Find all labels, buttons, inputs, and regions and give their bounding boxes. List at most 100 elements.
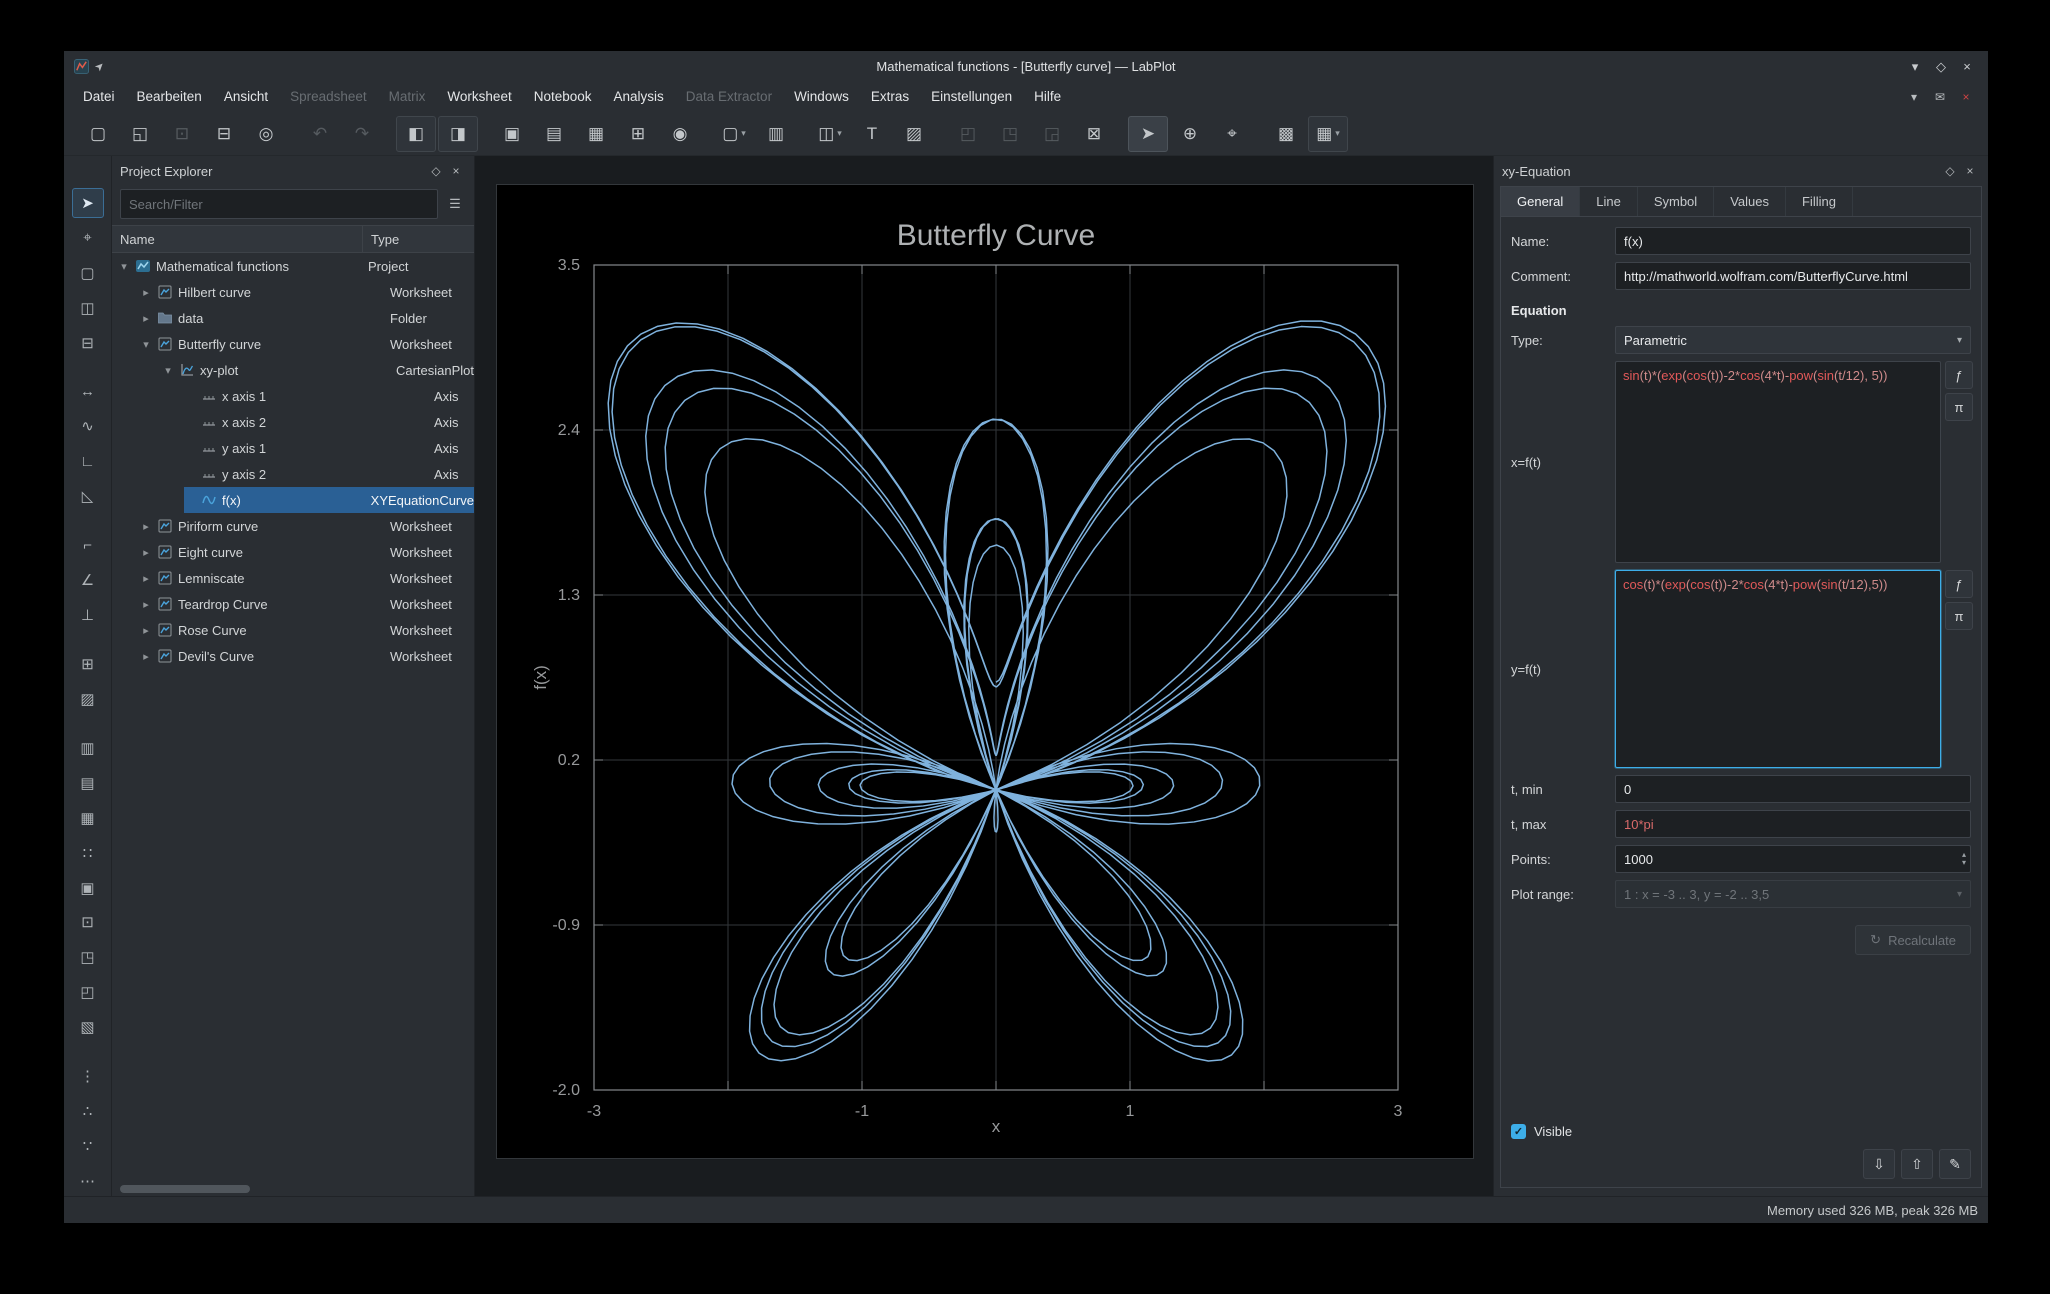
menu-bearbeiten[interactable]: Bearbeiten	[126, 82, 213, 112]
more-tools-2-button[interactable]: ∴	[72, 1096, 104, 1126]
tab-symbol[interactable]: Symbol	[1638, 187, 1715, 216]
name-field[interactable]	[1615, 227, 1971, 255]
y-equation-field[interactable]: cos(t)*(exp(cos(t))-2*cos(4*t)-pow(sin(t…	[1615, 570, 1941, 768]
frame-tool-button[interactable]: ◰	[72, 977, 104, 1007]
add-image-button[interactable]: ▨	[894, 116, 934, 152]
insert-constant-button[interactable]: π	[1945, 393, 1973, 421]
layout-v-tool-button[interactable]: ▥	[72, 733, 104, 763]
type-combobox[interactable]: Parametric ▾	[1615, 326, 1971, 354]
tab-filling[interactable]: Filling	[1786, 187, 1853, 216]
add-grid-tool-button[interactable]: ⊞	[72, 649, 104, 679]
pin-icon[interactable]: ➤	[92, 59, 107, 74]
color-theme-button[interactable]: ◉	[660, 116, 700, 152]
more-tools-4-button[interactable]: ⋯	[72, 1166, 104, 1196]
worksheet-page[interactable]: 3.5 2.4 1.3 0.2 -0.9 -2.0 -3 -1 1 3 Butterfly Curv…	[496, 184, 1474, 1159]
tmax-field[interactable]	[1615, 810, 1971, 838]
tree-row-mathematical-functions[interactable]: ▾ Mathematical functions Project	[112, 253, 474, 279]
crosshair-tool-button[interactable]: ⌖	[72, 223, 104, 253]
layout-h-tool-button[interactable]: ▤	[72, 768, 104, 798]
add-text-label-button[interactable]: T	[852, 116, 892, 152]
insert-constant-button[interactable]: π	[1945, 602, 1973, 630]
menu-analysis[interactable]: Analysis	[603, 82, 675, 112]
expander-icon[interactable]: ▸	[140, 572, 152, 585]
tree-row-eight-curve[interactable]: ▸ Eight curve Worksheet	[112, 539, 474, 565]
crosshair-mode-button[interactable]: ⊕	[1170, 116, 1210, 152]
search-input[interactable]	[120, 189, 438, 219]
tree-row-butterfly-curve[interactable]: ▾ Butterfly curve Worksheet	[112, 331, 474, 357]
more-tools-3-button[interactable]: ∵	[72, 1131, 104, 1161]
spinbox-arrows[interactable]: ▴ ▾	[1962, 847, 1966, 871]
expander-icon[interactable]: ▸	[140, 650, 152, 663]
tmin-field[interactable]	[1615, 775, 1971, 803]
tree-row-x-axis-2[interactable]: x axis 2 Axis	[112, 409, 474, 435]
new-notebook-button[interactable]: ▥	[756, 116, 796, 152]
expander-icon[interactable]: ▸	[140, 312, 152, 325]
edit-template-button[interactable]: ✎	[1939, 1149, 1971, 1179]
box-tool-button[interactable]: ▣	[72, 873, 104, 903]
print-button[interactable]: ⊟	[204, 116, 244, 152]
expander-icon[interactable]: ▸	[140, 520, 152, 533]
corner-axis-tool-button[interactable]: ⌐	[72, 530, 104, 560]
tree-row-y-axis-1[interactable]: y axis 1 Axis	[112, 435, 474, 461]
menu-einstellungen[interactable]: Einstellungen	[920, 82, 1023, 112]
print-preview-button[interactable]: ◎	[246, 116, 286, 152]
add-image-tool-button[interactable]: ▨	[72, 684, 104, 714]
comment-field[interactable]	[1615, 262, 1971, 290]
filter-options-icon[interactable]: ☰	[444, 193, 466, 215]
points-spinbox[interactable]	[1615, 845, 1971, 873]
expander-icon[interactable]: ▸	[140, 286, 152, 299]
minimize-icon[interactable]: ▾	[1904, 56, 1926, 78]
column-header-name[interactable]: Name	[112, 226, 363, 252]
expander-icon[interactable]: ▸	[140, 624, 152, 637]
pattern-tool-button[interactable]: ▧	[72, 1012, 104, 1042]
tree-row-teardrop-curve[interactable]: ▸ Teardrop Curve Worksheet	[112, 591, 474, 617]
zoom-select-tool-button[interactable]: ▢	[72, 258, 104, 288]
add-curve-tool-button[interactable]: ∿	[72, 412, 104, 442]
tab-values[interactable]: Values	[1714, 187, 1786, 216]
import-data-button[interactable]: ⊞	[618, 116, 658, 152]
region-tool-button[interactable]: ⊡	[72, 908, 104, 938]
new-folder-button[interactable]: ▣	[492, 116, 532, 152]
open-project-button[interactable]: ◱	[120, 116, 160, 152]
menu-datei[interactable]: Datei	[72, 82, 126, 112]
titlebar[interactable]: Mathematical functions - [Butterfly curv…	[64, 51, 1988, 82]
menu-notebook[interactable]: Notebook	[523, 82, 603, 112]
save-template-button[interactable]: ⇧	[1901, 1149, 1933, 1179]
new-matrix-button[interactable]: ▦	[576, 116, 616, 152]
plot-canvas[interactable]: 3.5 2.4 1.3 0.2 -0.9 -2.0 -3 -1 1 3 Butterfly Curv…	[497, 185, 1473, 1158]
tree-row-data[interactable]: ▸ data Folder	[112, 305, 474, 331]
break-layout-button[interactable]: ⊠	[1074, 116, 1114, 152]
zoom-fit-button[interactable]: ⌖	[1212, 116, 1252, 152]
tree-row-lemniscate[interactable]: ▸ Lemniscate Worksheet	[112, 565, 474, 591]
new-worksheet-button[interactable]: ▢ ▾	[714, 116, 754, 152]
insert-function-button[interactable]: ƒ	[1945, 570, 1973, 598]
tree-row-devil-s-curve[interactable]: ▸ Devil's Curve Worksheet	[112, 643, 474, 669]
maximize-icon[interactable]: ◇	[1930, 56, 1952, 78]
menu-ansicht[interactable]: Ansicht	[213, 82, 279, 112]
new-project-button[interactable]: ▢	[78, 116, 118, 152]
presenter-mode-button[interactable]: ▩	[1266, 116, 1306, 152]
spin-down-icon[interactable]: ▾	[1962, 859, 1966, 867]
more-tools-1-button[interactable]: ⋮	[72, 1061, 104, 1091]
pointer-mode-button[interactable]: ➤	[1128, 115, 1168, 152]
split-view-button[interactable]: ◨	[438, 115, 478, 152]
add-legend-tool-button[interactable]: ◺	[72, 481, 104, 511]
close-document-icon[interactable]: ×	[1956, 87, 1976, 107]
workbook-view-button[interactable]: ◧	[396, 115, 436, 152]
tree-row-xy-plot[interactable]: ▾ xy-plot CartesianPlot	[112, 357, 474, 383]
close-dock-icon[interactable]: ×	[1960, 161, 1980, 181]
insert-function-button[interactable]: ƒ	[1945, 361, 1973, 389]
toolbar-overflow-icon[interactable]: ▾	[1904, 87, 1924, 107]
expander-icon[interactable]: ▾	[118, 260, 130, 273]
visible-checkbox[interactable]: ✓	[1511, 1124, 1526, 1139]
shift-curve-tool-button[interactable]: ↔	[72, 377, 104, 407]
tree-row-piriform-curve[interactable]: ▸ Piriform curve Worksheet	[112, 513, 474, 539]
x-equation-field[interactable]: sin(t)*(exp(cos(t))-2*cos(4*t)-pow(sin(t…	[1615, 361, 1941, 563]
layout-grid-tool-button[interactable]: ▦	[72, 803, 104, 833]
zoom-x-tool-button[interactable]: ◫	[72, 293, 104, 323]
donate-icon[interactable]: ✉	[1930, 87, 1950, 107]
load-template-button[interactable]: ⇩	[1863, 1149, 1895, 1179]
menu-extras[interactable]: Extras	[860, 82, 920, 112]
tree-row-hilbert-curve[interactable]: ▸ Hilbert curve Worksheet	[112, 279, 474, 305]
scrollbar-thumb[interactable]	[120, 1185, 250, 1193]
